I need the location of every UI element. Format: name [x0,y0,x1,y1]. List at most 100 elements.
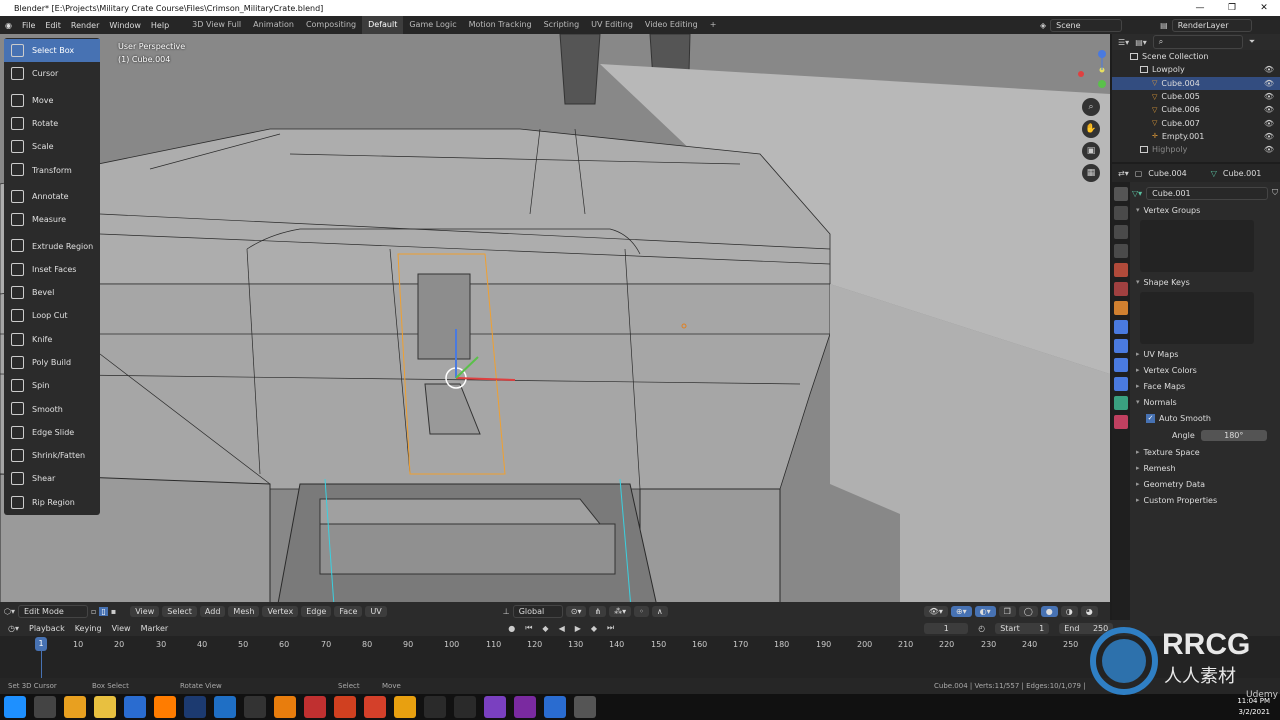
workspace-tab[interactable]: UV Editing [585,16,639,34]
menu-file[interactable]: File [17,21,40,30]
vscode-icon[interactable] [214,696,236,718]
outliner-editor-icon[interactable]: ☰▾ [1118,38,1129,47]
tool-poly-build[interactable]: Poly Build [4,351,100,374]
timeline-menu-marker[interactable]: Marker [141,624,169,633]
pan-hand-icon[interactable]: ✋ [1082,120,1100,138]
gizmo-toggle-icon[interactable]: ⊕▾ [950,605,972,617]
outliner-row[interactable]: Lowpoly 👁 [1112,63,1280,76]
tool-spin[interactable]: Spin [4,374,100,397]
tool-measure[interactable]: Measure [4,208,100,231]
tool-annotate[interactable]: Annotate [4,185,100,208]
outliner-search-input[interactable]: ⌕ [1152,35,1243,49]
select-mode-edge-icon[interactable]: ▯ [99,606,108,616]
workspace-tab[interactable]: Animation [247,16,300,34]
blender-logo-icon[interactable]: ◉ [0,21,17,30]
header-menu-uv[interactable]: UV [365,605,387,617]
tool-shrink-fatten[interactable]: Shrink/Fatten [4,444,100,467]
tool-tab-icon[interactable] [1114,187,1128,201]
checkbox-checked-icon[interactable]: ✓ [1146,413,1155,423]
close-button[interactable]: ✕ [1248,0,1280,16]
proportional-edit-icon[interactable]: ◦ [634,605,649,617]
workspace-tab[interactable]: Scripting [538,16,586,34]
header-menu-select[interactable]: Select [162,605,197,617]
maximize-button[interactable]: ❐ [1216,0,1248,16]
scene-tab-icon[interactable] [1114,263,1128,277]
workspace-tab[interactable]: Game Logic [403,16,462,34]
app4-icon[interactable] [424,696,446,718]
overlay-toggle-icon[interactable]: ◐▾ [974,605,996,617]
render-tab-icon[interactable] [1114,206,1128,220]
menu-edit[interactable]: Edit [40,21,66,30]
properties-editor-icon[interactable]: ⇄▾ [1118,169,1129,178]
crate-mesh-render[interactable] [0,34,1110,620]
search-icon[interactable] [34,696,56,718]
constraints-tab-icon[interactable] [1114,377,1128,391]
menu-help[interactable]: Help [146,21,174,30]
pivot-point-icon[interactable]: ⊙▾ [565,605,587,617]
output-tab-icon[interactable] [1114,225,1128,239]
tool-inset-faces[interactable]: Inset Faces [4,258,100,281]
header-menu-vertex[interactable]: Vertex [262,605,299,617]
tool-scale[interactable]: Scale [4,135,100,158]
scene-selector[interactable]: Scene [1050,18,1123,32]
app2-icon[interactable] [304,696,326,718]
render-layer-selector[interactable]: RenderLayer [1171,18,1252,32]
editor-type-icon[interactable]: ⬡▾ [4,607,15,616]
outliner-row[interactable]: ▽ Cube.004 👁 [1112,76,1280,90]
epic-icon[interactable] [244,696,266,718]
tool-extrude-region[interactable]: Extrude Region [4,234,100,257]
section-custom-properties[interactable]: ▸ Custom Properties [1132,492,1278,508]
settings-icon[interactable] [574,696,596,718]
outliner-scene-collection[interactable]: Scene Collection [1112,50,1280,63]
header-menu-edge[interactable]: Edge [301,605,332,617]
tool-select-box[interactable]: Select Box [4,39,100,63]
timeline-menu-view[interactable]: View [112,624,131,633]
3d-viewport[interactable]: User Perspective (1) Cube.004 Select Box… [0,34,1110,620]
object-tab-icon[interactable] [1114,301,1128,315]
visibility-eye-icon[interactable]: 👁 [1264,145,1274,154]
zoom-icon[interactable]: ⌕ [1082,98,1100,116]
tool-loop-cut[interactable]: Loop Cut [4,304,100,327]
minimize-button[interactable]: — [1184,0,1216,16]
section-texture-space[interactable]: ▸ Texture Space [1132,444,1278,460]
illustrator-icon[interactable] [154,696,176,718]
xray-toggle-icon[interactable]: ❐ [998,605,1016,617]
workspace-tab[interactable]: Compositing [300,16,362,34]
section-vertex-groups[interactable]: ▾ Vertex Groups [1132,202,1278,218]
section-remesh[interactable]: ▸ Remesh [1132,460,1278,476]
tool-rip-region[interactable]: Rip Region [4,491,100,514]
timeline-area[interactable]: 1102030405060708090100110120130140150160… [0,636,1280,678]
axis-orientation-gizmo[interactable] [1078,42,1108,92]
workspace-tab[interactable]: 3D View Full [186,16,247,34]
visibility-eye-icon[interactable]: 👁 [1264,65,1274,74]
section-uv-maps[interactable]: ▸ UV Maps [1132,346,1278,362]
falloff-icon[interactable]: ∧ [651,605,668,617]
timeline-menu-playback[interactable]: Playback [29,624,65,633]
app-icon[interactable] [124,696,146,718]
outliner-row[interactable]: ▽ Cube.007 👁 [1112,116,1280,129]
tool-edge-slide[interactable]: Edge Slide [4,421,100,444]
tool-move[interactable]: Move [4,89,100,112]
perspective-grid-icon[interactable]: ▦ [1082,164,1100,182]
visibility-eye-icon[interactable]: 👁 [1264,132,1274,141]
tool-bevel[interactable]: Bevel [4,281,100,304]
select-mode-face-icon[interactable]: ▪ [111,607,116,616]
auto-smooth-row[interactable]: ✓ Auto Smooth [1132,410,1278,426]
windows-icon[interactable] [4,696,26,718]
fake-user-icon[interactable]: ⛉ [1272,188,1278,198]
playhead-frame[interactable]: 1 [35,637,47,651]
header-menu-view[interactable]: View [130,605,160,617]
current-frame-field[interactable]: 1 [924,622,969,634]
prev-key-icon[interactable]: ◆ [542,624,548,633]
menu-window[interactable]: Window [104,21,146,30]
header-menu-face[interactable]: Face [334,605,363,617]
display-mode-icon[interactable]: ▤▾ [1135,38,1147,47]
tool-shear[interactable]: Shear [4,467,100,490]
chrome-icon[interactable] [64,696,86,718]
tool-smooth[interactable]: Smooth [4,397,100,420]
modifier-tab-icon[interactable] [1114,320,1128,334]
mesh-data-field[interactable]: Cube.001 [1146,186,1268,200]
filter-icon[interactable]: ⏷ [1249,37,1255,47]
tool-knife[interactable]: Knife [4,328,100,351]
jump-end-icon[interactable]: ⏭ [607,623,614,633]
